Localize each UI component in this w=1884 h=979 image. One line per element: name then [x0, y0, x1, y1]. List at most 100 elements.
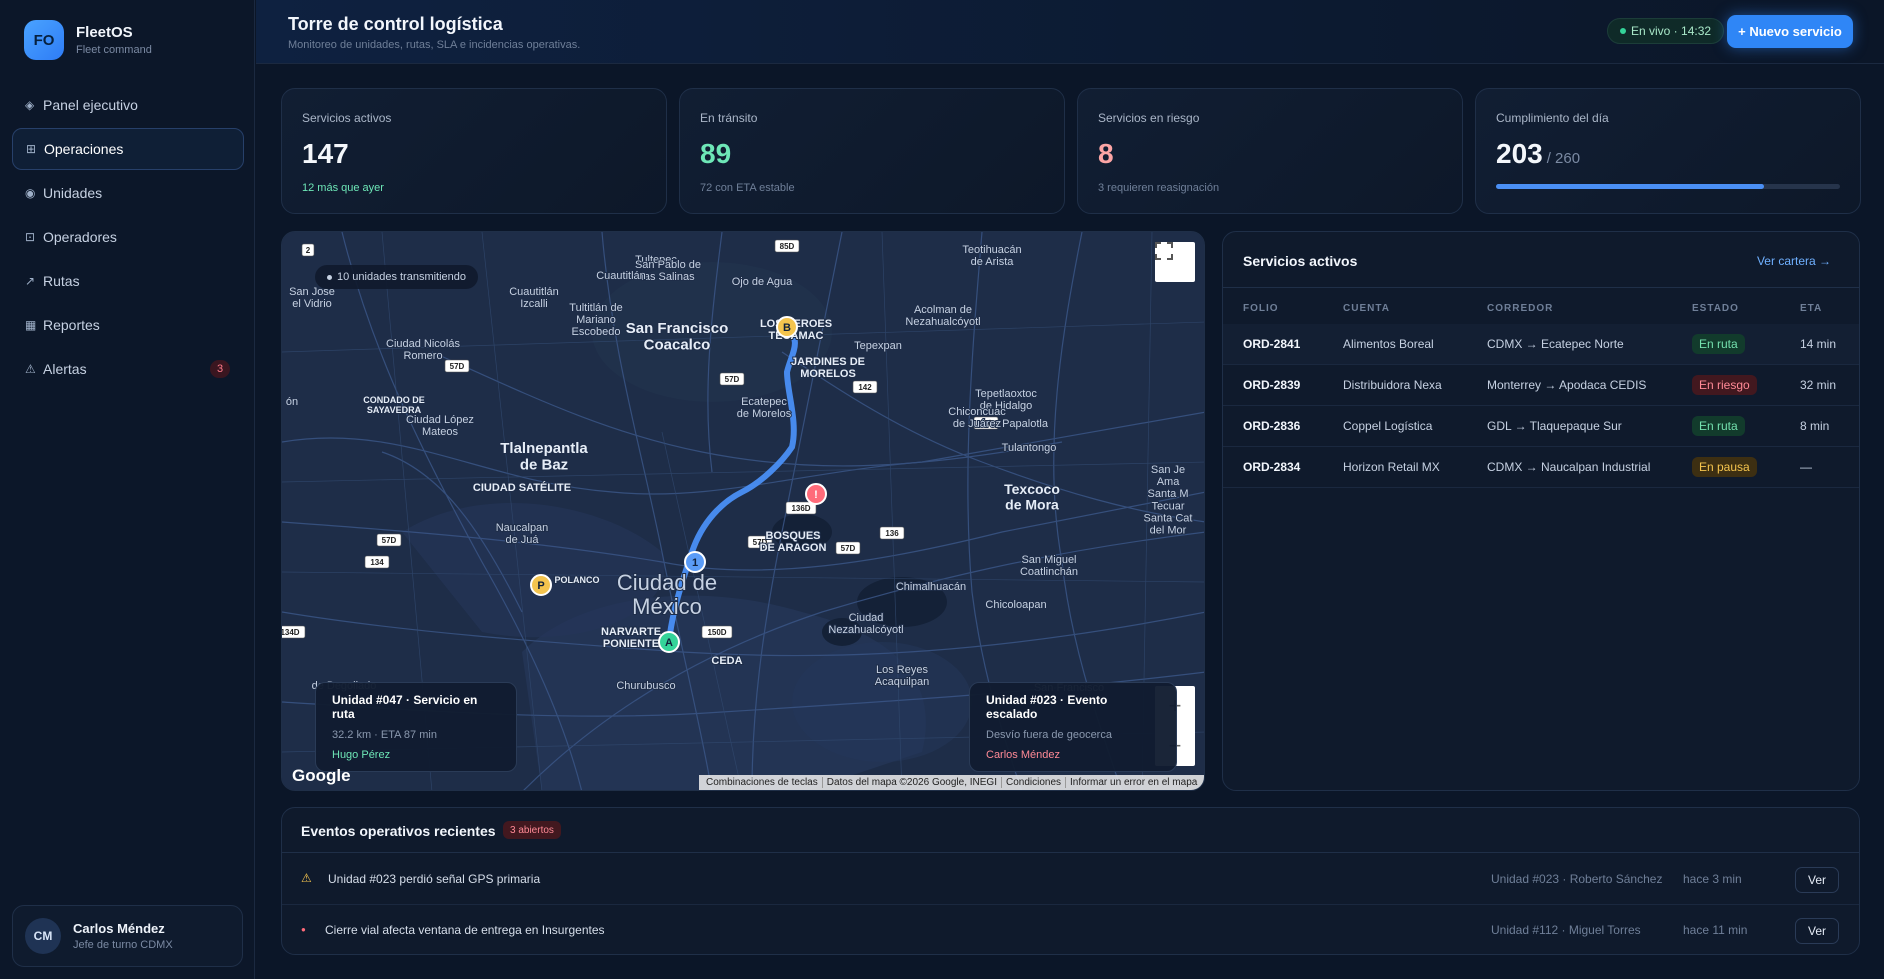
map-marker[interactable]: ! [805, 483, 827, 505]
table-row[interactable]: ORD-2841 Alimentos Boreal CDMX → Ecatepe… [1223, 324, 1859, 365]
svg-text:2: 2 [306, 246, 311, 255]
map-label: Chimalhuacán [896, 581, 966, 593]
compliance-progress-fill [1496, 184, 1765, 189]
avatar: CM [25, 918, 61, 954]
sidebar-item-label: Reportes [43, 317, 100, 333]
column-header-cuenta[interactable]: CUENTA [1343, 303, 1390, 314]
user-card[interactable]: CM Carlos Méndez Jefe de turno CDMX [12, 905, 243, 967]
kpi-note: 3 requieren reasignación [1098, 182, 1220, 194]
folio-cell: ORD-2834 [1243, 460, 1301, 474]
brand[interactable]: FO FleetOS Fleet command [24, 20, 152, 60]
unit-card-023[interactable]: Unidad #023 · Evento escalado Desvío fue… [969, 682, 1177, 772]
map-label: Tepexpan [854, 340, 902, 352]
map-label: Acolman de Nezahualcóyotl [905, 304, 980, 328]
fullscreen-button[interactable] [1155, 242, 1195, 282]
status-badge: En ruta [1692, 334, 1745, 354]
highway-shield: 136 [879, 526, 905, 540]
highway-shield: 134D [282, 625, 306, 639]
fullscreen-icon [1155, 242, 1173, 260]
status-badge: En pausa [1692, 457, 1757, 477]
table-row[interactable]: ORD-2834 Horizon Retail MX CDMX → Naucal… [1223, 447, 1859, 488]
eta-cell: 14 min [1800, 337, 1837, 351]
column-header-estado[interactable]: ESTADO [1692, 303, 1739, 314]
highway-shield: 57D [835, 541, 861, 555]
services-title: Servicios activos [1243, 253, 1358, 269]
map-label: Churubusco [616, 680, 675, 692]
unit-card-title: Unidad #047 · Servicio en ruta [332, 693, 478, 721]
account-cell: Horizon Retail MX [1343, 460, 1440, 474]
sidebar-item-operadores[interactable]: ⊡ Operadores [12, 216, 244, 258]
svg-text:136: 136 [885, 529, 899, 538]
corridor-cell: CDMX → Ecatepec Norte [1487, 337, 1624, 351]
view-event-button[interactable]: Ver [1795, 918, 1839, 944]
open-events-badge: 3 abiertos [503, 821, 561, 839]
unit-card-meta: Desvío fuera de geocerca [986, 729, 1112, 741]
keyboard-shortcuts-link[interactable]: Combinaciones de teclas [702, 777, 823, 788]
svg-text:57D: 57D [725, 375, 740, 384]
page-header: Torre de control logística Monitoreo de … [256, 0, 1884, 64]
user-name: Carlos Méndez [73, 921, 165, 936]
view-event-button[interactable]: Ver [1795, 867, 1839, 893]
table-row[interactable]: ORD-2839 Distribuidora Nexa Monterrey → … [1223, 365, 1859, 406]
google-logo: Google [292, 766, 351, 785]
svg-text:57D: 57D [382, 536, 397, 545]
recent-events-panel: Eventos operativos recientes 3 abiertos … [281, 807, 1860, 955]
kpi-note: 12 más que ayer [302, 182, 384, 194]
table-row[interactable]: ORD-2836 Coppel Logística GDL → Tlaquepa… [1223, 406, 1859, 447]
sidebar-item-panel-ejecutivo[interactable]: ◈ Panel ejecutivo [12, 84, 244, 126]
alerts-count-badge: 3 [210, 360, 230, 378]
svg-text:P: P [537, 580, 544, 592]
highway-shield: 85D [774, 239, 800, 253]
fleet-map[interactable]: 2 85D 57D 57D 142 136 136D 57D 57D 136 57D 134 134D 1… [281, 231, 1205, 791]
map-label: Teotihuacán de Arista [962, 244, 1021, 268]
sidebar-item-reportes[interactable]: ▦ Reportes [12, 304, 244, 346]
map-marker[interactable]: 1 [684, 551, 706, 573]
map-marker[interactable]: A [658, 631, 680, 653]
sidebar-nav: ◈ Panel ejecutivo ⊞ Operaciones ◉ Unidad… [12, 84, 244, 392]
sidebar-item-rutas[interactable]: ↗ Rutas [12, 260, 244, 302]
transmitting-pill: 10 unidades transmitiendo [315, 265, 479, 289]
svg-text:57D: 57D [450, 362, 465, 371]
sidebar-item-operaciones[interactable]: ⊞ Operaciones [12, 128, 244, 170]
eta-cell: — [1800, 460, 1812, 474]
map-marker[interactable]: P [530, 574, 552, 596]
event-unit: Unidad #023 · Roberto Sánchez [1491, 872, 1663, 886]
active-services-panel: Servicios activos Ver cartera → FOLIO CU… [1222, 231, 1860, 791]
target-icon: ◉ [25, 186, 36, 200]
sidebar: FO FleetOS Fleet command ◈ Panel ejecuti… [0, 0, 255, 979]
unit-card-title: Unidad #023 · Evento escalado [986, 693, 1108, 721]
unit-card-meta: 32.2 km · ETA 87 min [332, 729, 437, 741]
events-title: Eventos operativos recientes [301, 823, 496, 839]
kpi-value: 203 [1496, 138, 1543, 169]
column-header-folio[interactable]: FOLIO [1243, 303, 1279, 314]
map-label: Los Reyes Acaquilpan [875, 664, 929, 688]
event-row[interactable]: ⚠ Unidad #023 perdió señal GPS primaria … [282, 854, 1859, 905]
highway-shield: 57D [444, 359, 470, 373]
sidebar-item-label: Operadores [43, 229, 117, 245]
event-row[interactable]: ● Cierre vial afecta ventana de entrega … [282, 905, 1859, 956]
kpi-value: 89 [700, 138, 732, 169]
svg-text:134: 134 [370, 558, 384, 567]
map-marker[interactable]: B [776, 316, 798, 338]
sidebar-item-unidades[interactable]: ◉ Unidades [12, 172, 244, 214]
svg-text:150D: 150D [707, 628, 726, 637]
sidebar-item-alertas[interactable]: ⚠ Alertas 3 [12, 348, 244, 390]
map-label: POLANCO [555, 575, 600, 585]
eta-cell: 8 min [1800, 419, 1830, 433]
column-header-eta[interactable]: ETA [1800, 303, 1822, 314]
view-portfolio-link[interactable]: Ver cartera → [1757, 254, 1831, 268]
column-header-corredor[interactable]: CORREDOR [1487, 303, 1553, 314]
transmitting-text: 10 unidades transmitiendo [337, 271, 467, 283]
sidebar-item-label: Panel ejecutivo [43, 97, 138, 113]
map-label: Chiconcuac de Juárez [948, 406, 1006, 430]
map-label: NARVARTE PONIENTE [601, 626, 661, 650]
event-text: Unidad #023 perdió señal GPS primaria [328, 872, 541, 886]
unit-card-047[interactable]: Unidad #047 · Servicio en ruta 32.2 km ·… [315, 682, 517, 772]
report-error-link[interactable]: Informar un error en el mapa [1066, 777, 1201, 788]
sidebar-item-label: Rutas [43, 273, 80, 289]
terms-link[interactable]: Condiciones [1002, 777, 1067, 788]
map-label: Ojo de Agua [732, 276, 793, 288]
new-service-button[interactable]: + Nuevo servicio [1727, 15, 1853, 48]
brand-name: FleetOS [76, 24, 133, 41]
corridor-cell: GDL → Tlaquepaque Sur [1487, 419, 1622, 433]
